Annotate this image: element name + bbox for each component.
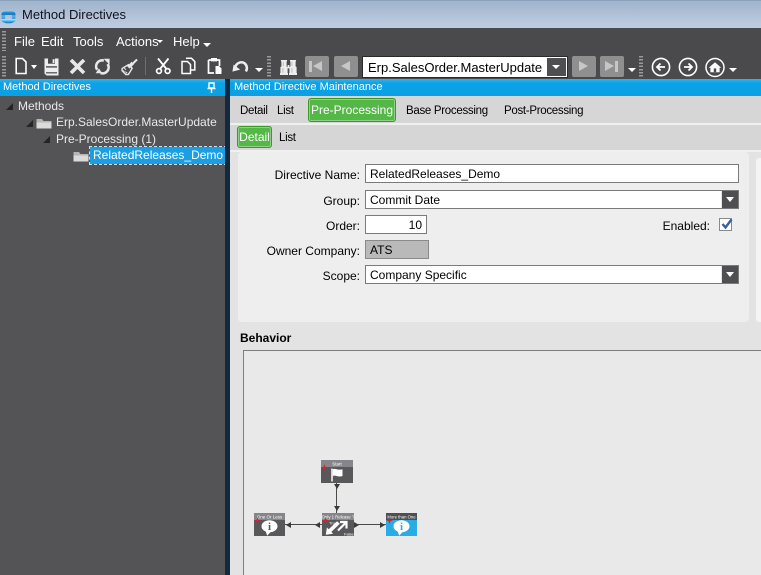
svg-text:Start: Start [332,462,342,467]
svg-text:False: False [344,531,354,536]
svg-text:i: i [268,521,271,533]
svg-text:i: i [400,521,403,533]
